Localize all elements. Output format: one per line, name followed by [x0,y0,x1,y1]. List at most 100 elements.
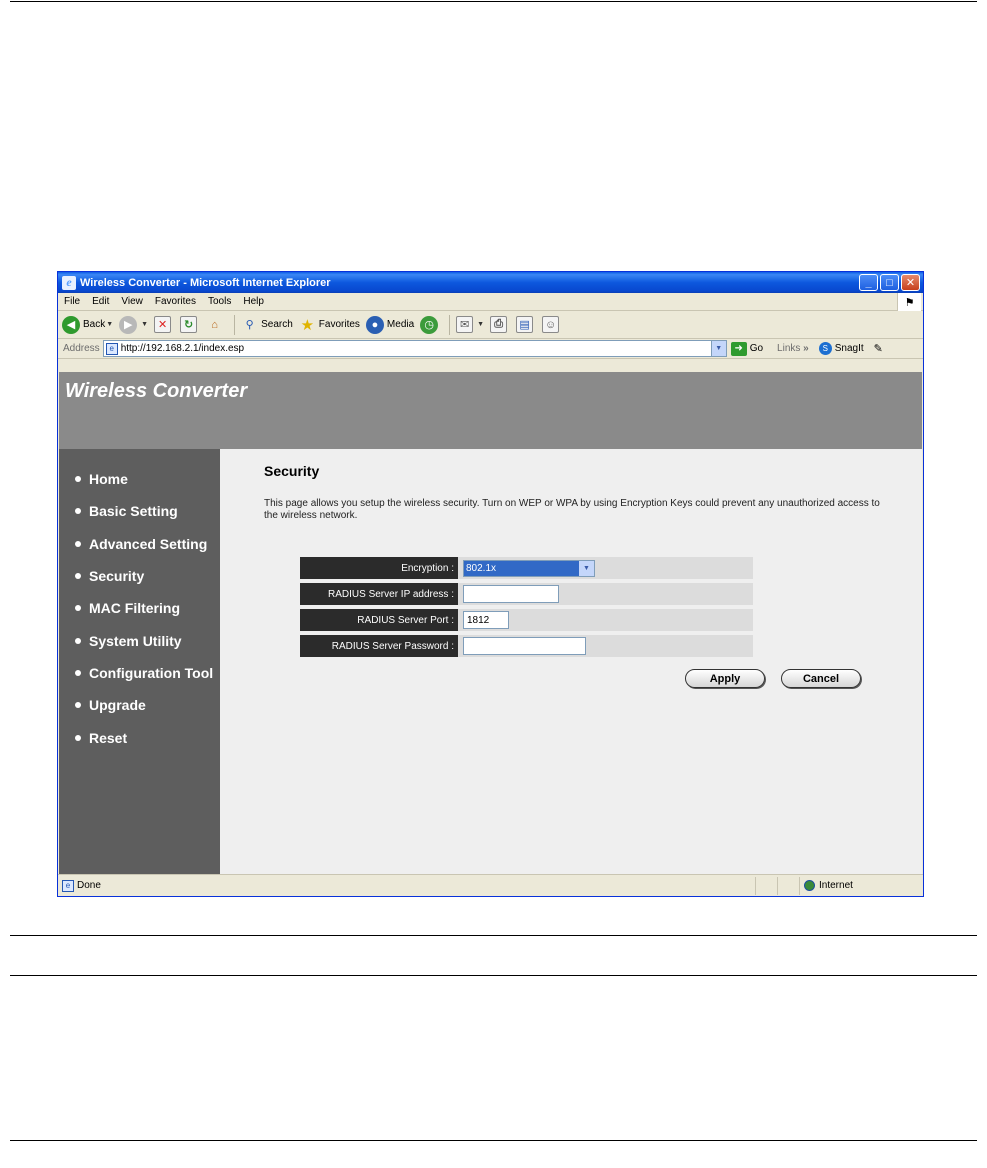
messenger-icon: ☺ [542,316,560,333]
forward-button[interactable]: ▶ ▼ [119,315,148,334]
favorites-label: Favorites [318,319,360,330]
history-button[interactable]: ◷ [420,315,441,334]
sidebar-item-label: System Utility [89,632,182,649]
address-label: Address [63,343,100,354]
media-button[interactable]: ● Media [365,315,415,334]
encryption-row: Encryption : 802.1x ▼ [300,557,753,579]
snagit-button[interactable]: S SnagIt [818,342,864,355]
sidebar-nav: Home Basic Setting Advanced Setting Secu… [59,449,220,874]
menu-help[interactable]: Help [243,296,264,307]
cancel-button[interactable]: Cancel [781,669,861,688]
links-chevron-icon: » [803,343,809,354]
mail-button[interactable]: ✉ ▼ [456,316,484,333]
internet-globe-icon [804,880,815,891]
forward-arrow-icon: ▶ [119,315,138,334]
stop-button[interactable]: ✕ [154,316,174,333]
messenger-button[interactable]: ☺ [542,316,562,333]
site-title: Wireless Converter [65,380,248,402]
encryption-select[interactable]: 802.1x ▼ [463,559,595,577]
print-button[interactable]: ⎙ [490,316,510,333]
favorites-button[interactable]: ★ Favorites [299,316,360,334]
status-text: Done [77,880,101,891]
page-viewport: Wireless Converter Home Basic Setting Ad… [59,372,922,874]
home-button[interactable]: ⌂ [206,316,226,333]
sidebar-item-security[interactable]: Security [59,560,220,592]
security-zone: Internet [799,876,923,895]
toolbar-separator [234,314,236,335]
back-arrow-icon: ◀ [62,315,80,334]
print-icon: ⎙ [490,316,508,333]
radius-password-input[interactable] [463,637,586,655]
back-label: Back [83,319,106,330]
bullet-icon [75,702,81,709]
radius-ip-label: RADIUS Server IP address : [300,583,458,605]
history-icon: ◷ [420,315,439,334]
stop-icon: ✕ [154,316,172,333]
chevron-down-icon[interactable]: ▼ [579,560,594,576]
browser-window: e Wireless Converter - Microsoft Interne… [57,271,924,897]
top-rule [10,1,977,2]
radius-ip-input[interactable] [463,585,559,603]
minimize-button[interactable]: _ [859,274,878,291]
home-icon: ⌂ [211,318,218,331]
sidebar-item-upgrade[interactable]: Upgrade [59,689,220,721]
bottom-rule [10,1140,977,1141]
search-icon: ⚲ [245,319,254,331]
radius-port-row: RADIUS Server Port : [300,609,753,631]
address-input[interactable]: e http://192.168.2.1/index.esp ▼ [102,340,727,357]
bullet-icon [75,637,81,644]
sidebar-item-basic-setting[interactable]: Basic Setting [59,495,220,527]
main-content: Security This page allows you setup the … [221,449,922,874]
zone-text: Internet [819,880,853,891]
page-title: Security [264,463,320,479]
sidebar-item-mac-filtering[interactable]: MAC Filtering [59,592,220,624]
bullet-icon [75,508,81,515]
mail-icon: ✉ [456,316,474,333]
sidebar-item-label: Security [89,568,145,585]
sidebar-item-label: Advanced Setting [89,535,208,552]
encryption-label: Encryption : [300,557,458,579]
links-button[interactable]: Links » [777,343,809,354]
address-dropdown-icon[interactable]: ▼ [710,341,726,356]
sidebar-item-reset[interactable]: Reset [59,721,220,753]
snagit-edit-icon[interactable]: ✎ [874,342,883,355]
menu-bar: File Edit View Favorites Tools Help ⚑ [58,293,923,311]
menu-edit[interactable]: Edit [92,296,109,307]
close-button[interactable]: ✕ [901,274,920,291]
windows-flag-icon: ⚑ [897,293,921,311]
menu-file[interactable]: File [64,296,80,307]
bullet-icon [75,669,81,676]
page-icon: e [105,342,118,355]
maximize-button[interactable]: □ [880,274,899,291]
edit-page-button[interactable]: ▤ [516,316,536,333]
apply-button[interactable]: Apply [685,669,765,688]
page-description: This page allows you setup the wireless … [264,498,880,521]
middle-rule-1 [10,935,977,936]
sidebar-item-label: Upgrade [89,697,146,714]
radius-port-input[interactable] [463,611,509,629]
search-button[interactable]: ⚲ Search [241,316,293,333]
menu-favorites[interactable]: Favorites [155,296,196,307]
go-button[interactable]: ➜ Go [730,341,763,356]
menu-tools[interactable]: Tools [208,296,231,307]
media-label: Media [386,319,415,330]
sidebar-item-label: Basic Setting [89,503,178,520]
search-label: Search [261,319,293,330]
refresh-button[interactable]: ↻ [180,316,200,333]
snagit-icon: S [818,342,832,355]
back-button[interactable]: ◀ Back ▼ [62,315,114,334]
address-url: http://192.168.2.1/index.esp [120,343,245,354]
status-panel [777,876,799,895]
menu-view[interactable]: View [121,296,143,307]
toolbar: ◀ Back ▼ ▶ ▼ ✕ ↻ ⌂ ⚲ Search ★ Favorites … [58,311,923,339]
sidebar-item-system-utility[interactable]: System Utility [59,624,220,656]
sidebar-item-advanced-setting[interactable]: Advanced Setting [59,528,220,560]
favorites-star-icon: ★ [300,316,315,334]
back-dropdown-icon: ▼ [106,321,114,328]
bullet-icon [75,540,81,547]
bullet-icon [75,605,81,612]
sidebar-item-configuration-tool[interactable]: Configuration Tool [59,657,220,689]
bullet-icon [75,734,81,741]
go-arrow-icon: ➜ [730,341,747,356]
sidebar-item-home[interactable]: Home [59,463,220,495]
